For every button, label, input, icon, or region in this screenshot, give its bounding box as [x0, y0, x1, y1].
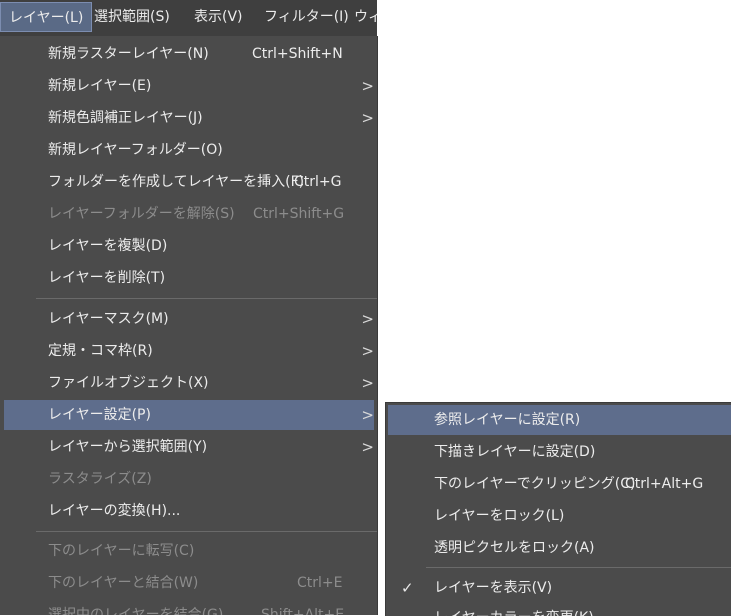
submenu-arrow-icon: >: [361, 406, 374, 424]
set-as-draft-layer-item[interactable]: 下描きレイヤーに設定(D): [388, 437, 731, 467]
transfer-to-lower-layer-item[interactable]: 下のレイヤーに転写(C): [4, 536, 374, 566]
delete-layer-item[interactable]: レイヤーを削除(T): [4, 263, 374, 293]
layer-mask-item[interactable]: レイヤーマスク(M) >: [4, 304, 374, 334]
menu-item-label: 選択中のレイヤーを結合(G): [48, 607, 224, 615]
submenu-arrow-icon: >: [361, 77, 374, 95]
lock-layer-item[interactable]: レイヤーをロック(L): [388, 501, 731, 531]
menu-item-label: レイヤーマスク(M): [48, 311, 169, 327]
menu-item-label: レイヤーカラーを変更(K): [434, 603, 594, 616]
menu-item-shortcut: Ctrl+Alt+G: [625, 476, 704, 492]
menu-item-label: レイヤーを削除(T): [48, 270, 166, 286]
menu-window[interactable]: ウィ: [346, 2, 377, 32]
menu-item-label: フォルダーを作成してレイヤーを挿入(F): [48, 174, 305, 190]
new-correction-layer-item[interactable]: 新規色調補正レイヤー(J) >: [4, 103, 374, 133]
menu-item-label: レイヤーフォルダーを解除(S): [48, 206, 235, 222]
menu-separator: [426, 567, 731, 568]
menu-separator: [36, 531, 377, 532]
menu-item-label: レイヤーを表示(V): [434, 580, 553, 596]
menu-item-label: 新規レイヤーフォルダー(O): [48, 142, 223, 158]
clip-to-layer-below-item[interactable]: 下のレイヤーでクリッピング(C) Ctrl+Alt+G: [388, 469, 731, 499]
new-layer-folder-item[interactable]: 新規レイヤーフォルダー(O): [4, 135, 374, 165]
change-layer-color-item[interactable]: レイヤーカラーを変更(K): [388, 603, 731, 616]
create-folder-insert-layer-item[interactable]: フォルダーを作成してレイヤーを挿入(F) Ctrl+G: [4, 167, 374, 197]
menu-item-label: レイヤーをロック(L): [434, 508, 565, 524]
menu-item-shortcut: Ctrl+Shift+N: [252, 46, 343, 62]
duplicate-layer-item[interactable]: レイヤーを複製(D): [4, 231, 374, 261]
menu-item-shortcut: Shift+Alt+E: [261, 607, 345, 615]
ruler-frame-item[interactable]: 定規・コマ枠(R) >: [4, 336, 374, 366]
menu-item-label: 下のレイヤーでクリッピング(C): [434, 476, 636, 492]
menu-item-shortcut: Ctrl+G: [294, 174, 342, 190]
convert-layer-item[interactable]: レイヤーの変換(H)...: [4, 496, 374, 526]
layer-settings-item[interactable]: レイヤー設定(P) >: [4, 400, 374, 430]
menu-item-label: 新規レイヤー(E): [48, 78, 152, 94]
file-object-item[interactable]: ファイルオブジェクト(X) >: [4, 368, 374, 398]
merge-selected-layers-item[interactable]: 選択中のレイヤーを結合(G) Shift+Alt+E: [4, 600, 374, 615]
menu-item-label: 定規・コマ枠(R): [48, 343, 153, 359]
new-raster-layer-item[interactable]: 新規ラスターレイヤー(N) Ctrl+Shift+N: [4, 39, 374, 69]
menu-selection[interactable]: 選択範囲(S): [86, 2, 178, 32]
menu-item-label: レイヤー設定(P): [48, 407, 151, 423]
menu-item-label: ラスタライズ(Z): [48, 471, 152, 487]
submenu-arrow-icon: >: [361, 109, 374, 127]
lock-transparent-pixels-item[interactable]: 透明ピクセルをロック(A): [388, 533, 731, 563]
menu-item-label: 下のレイヤーと結合(W): [48, 575, 199, 591]
menu-view[interactable]: 表示(V): [186, 2, 251, 32]
layer-dropdown-menu: 新規ラスターレイヤー(N) Ctrl+Shift+N 新規レイヤー(E) > 新…: [0, 36, 378, 615]
menu-item-label: 新規ラスターレイヤー(N): [48, 46, 209, 62]
new-layer-item[interactable]: 新規レイヤー(E) >: [4, 71, 374, 101]
menu-item-label: レイヤーを複製(D): [48, 238, 168, 254]
menu-separator: [36, 298, 377, 299]
check-icon: ✓: [401, 579, 414, 597]
merge-with-layer-below-item[interactable]: 下のレイヤーと結合(W) Ctrl+E: [4, 568, 374, 598]
menu-item-label: 下のレイヤーに転写(C): [48, 543, 195, 559]
menu-item-label: 新規色調補正レイヤー(J): [48, 110, 203, 126]
show-layer-item[interactable]: ✓ レイヤーを表示(V): [388, 573, 731, 603]
menu-item-label: ファイルオブジェクト(X): [48, 375, 209, 391]
layer-settings-submenu: 参照レイヤーに設定(R) 下描きレイヤーに設定(D) 下のレイヤーでクリッピング…: [385, 402, 731, 616]
menu-filter[interactable]: フィルター(I): [256, 2, 357, 32]
submenu-arrow-icon: >: [361, 374, 374, 392]
menu-item-label: 参照レイヤーに設定(R): [434, 412, 581, 428]
selection-from-layer-item[interactable]: レイヤーから選択範囲(Y) >: [4, 432, 374, 462]
menu-item-label: レイヤーから選択範囲(Y): [48, 439, 208, 455]
menu-item-label: 下描きレイヤーに設定(D): [434, 444, 596, 460]
submenu-arrow-icon: >: [361, 342, 374, 360]
menu-layer[interactable]: レイヤー(L): [0, 2, 93, 32]
release-layer-folder-item[interactable]: レイヤーフォルダーを解除(S) Ctrl+Shift+G: [4, 199, 374, 229]
submenu-arrow-icon: >: [361, 438, 374, 456]
menu-item-label: 透明ピクセルをロック(A): [434, 540, 595, 556]
rasterize-item[interactable]: ラスタライズ(Z): [4, 464, 374, 494]
menu-bar: レイヤー(L) 選択範囲(S) 表示(V) フィルター(I) ウィ: [0, 0, 377, 37]
menu-item-label: レイヤーの変換(H)...: [48, 503, 181, 519]
menu-item-shortcut: Ctrl+E: [297, 575, 343, 591]
set-as-reference-layer-item[interactable]: 参照レイヤーに設定(R): [388, 405, 731, 435]
menu-item-shortcut: Ctrl+Shift+G: [253, 206, 345, 222]
submenu-arrow-icon: >: [361, 310, 374, 328]
